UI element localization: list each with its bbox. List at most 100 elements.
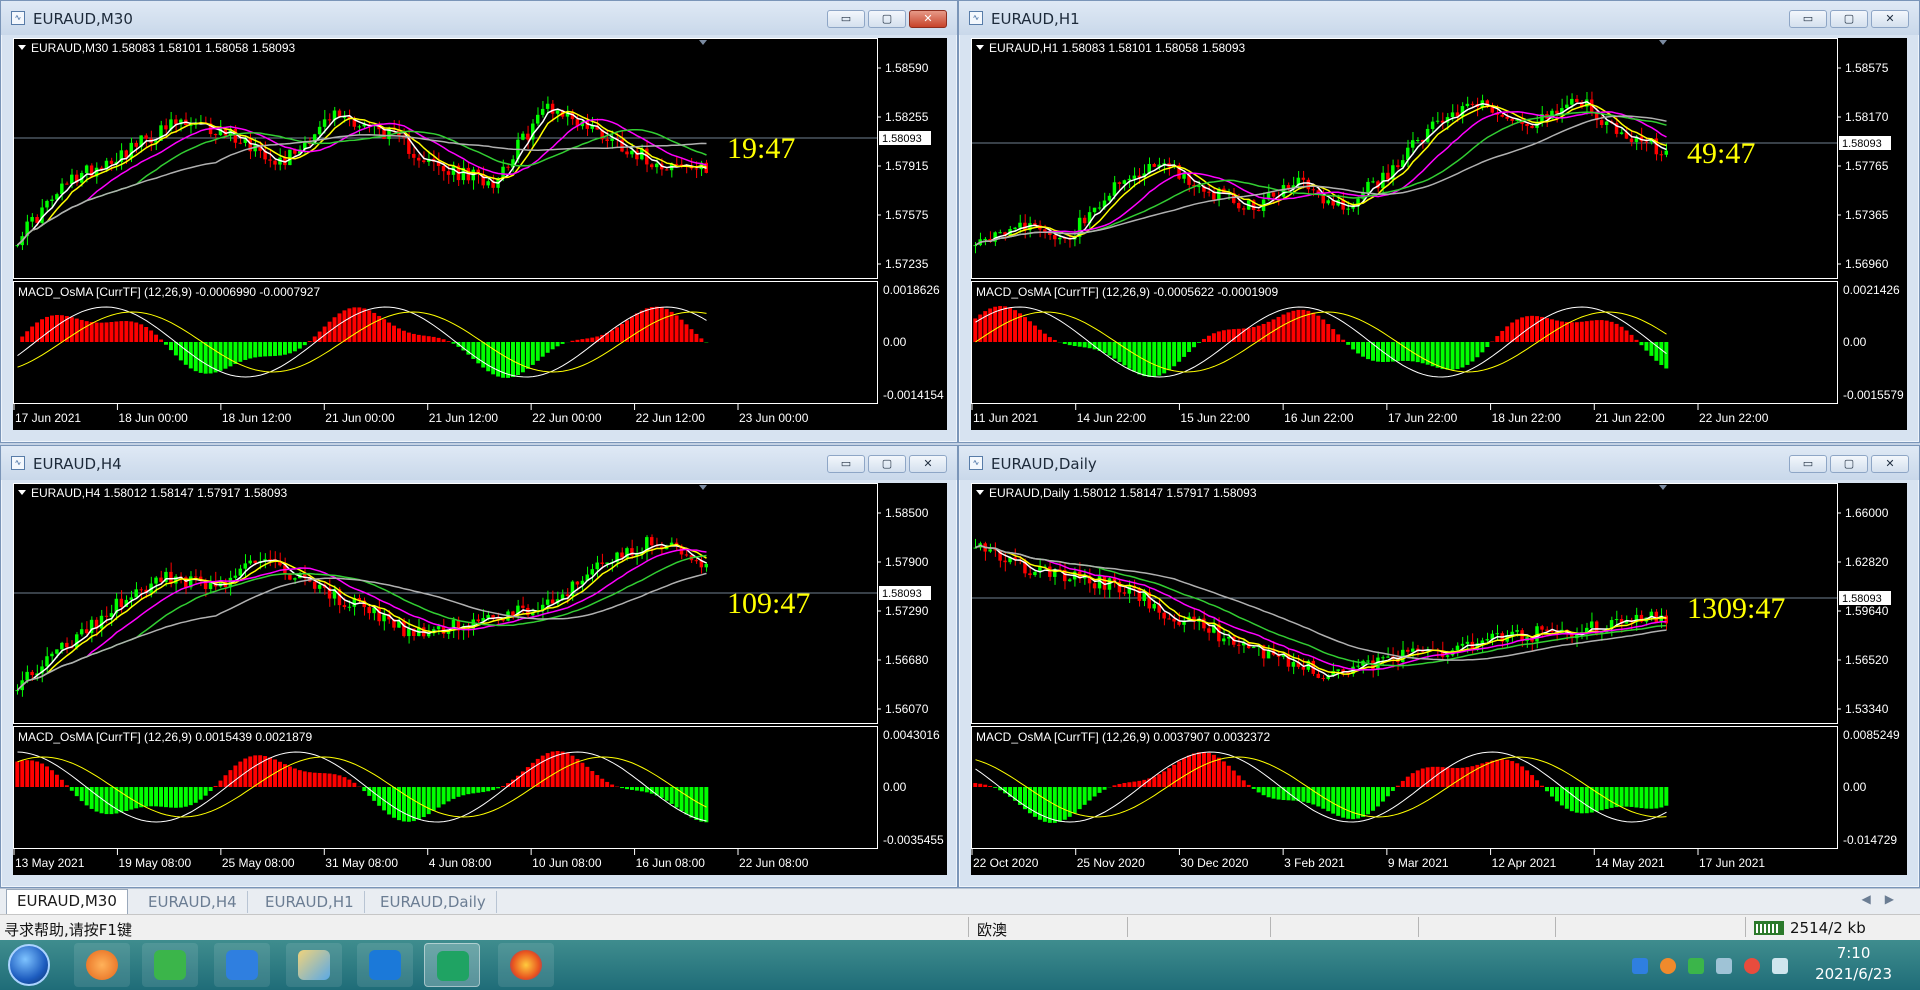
chart-canvas[interactable]: EURAUD,Daily 1.58012 1.58147 1.57917 1.5…	[971, 483, 1907, 875]
tray-network-icon[interactable]	[1716, 958, 1732, 974]
osma-bar	[134, 787, 139, 809]
osma-bar	[1226, 329, 1231, 342]
candle-body	[253, 560, 257, 564]
taskbar-firefox[interactable]	[498, 943, 554, 987]
minimize-button[interactable]: ▭	[827, 10, 865, 28]
titlebar[interactable]: ∿ EURAUD,Daily ▭ ▢ ✕	[959, 446, 1919, 480]
cloud-icon	[369, 950, 401, 980]
osma-bar	[575, 758, 580, 787]
osma-bar	[570, 340, 575, 342]
tray-app-icon[interactable]	[1632, 958, 1648, 974]
candle-body	[555, 110, 560, 114]
candle-body	[1415, 139, 1420, 141]
osma-bar	[590, 771, 595, 787]
osma-bar	[20, 760, 25, 787]
taskbar-metatrader[interactable]	[424, 943, 480, 987]
close-button[interactable]: ✕	[909, 455, 947, 473]
minimize-button[interactable]: ▭	[1789, 10, 1827, 28]
candle-body	[526, 133, 530, 140]
minimize-button[interactable]: ▭	[1789, 455, 1827, 473]
minimize-button[interactable]: ▭	[827, 455, 865, 473]
time-axis-label: 17 Jun 2021	[1699, 856, 1765, 870]
osma-bar	[471, 787, 476, 794]
osma-bar	[1082, 787, 1087, 805]
taskbar-app-1[interactable]	[74, 943, 130, 987]
tab-scroll-arrows[interactable]: ◀▶	[1862, 892, 1908, 906]
chart-window-h1[interactable]: ∿ EURAUD,H1 ▭ ▢ ✕ EURAUD,H1 1.58083 1.58…	[958, 0, 1920, 443]
osma-bar	[1251, 327, 1256, 342]
osma-bar	[491, 342, 496, 375]
osma-bar	[1341, 339, 1346, 342]
close-button[interactable]: ✕	[1871, 455, 1909, 473]
titlebar[interactable]: ∿ EURAUD,H4 ▭ ▢ ✕	[1, 446, 957, 480]
time-axis-label: 18 Jun 22:00	[1492, 411, 1562, 425]
candle-body	[70, 174, 74, 184]
chart-window-m30[interactable]: ∿ EURAUD,M30 ▭ ▢ ✕ EURAUD,M30 1.58083 1.…	[0, 0, 958, 443]
titlebar[interactable]: ∿ EURAUD,H1 ▭ ▢ ✕	[959, 1, 1919, 35]
osma-bar	[431, 336, 436, 342]
maximize-button[interactable]: ▢	[1830, 10, 1868, 28]
tray-orange-icon[interactable]	[1660, 958, 1676, 974]
osma-bar	[1062, 342, 1067, 344]
osma-bar	[1554, 787, 1559, 802]
osma-bar	[506, 342, 511, 378]
price-tick-label: 1.56680	[885, 653, 929, 667]
chart-window-daily[interactable]: ∿ EURAUD,Daily ▭ ▢ ✕ EURAUD,Daily 1.5801…	[958, 445, 1920, 888]
chart-canvas[interactable]: EURAUD,H4 1.58012 1.58147 1.57917 1.5809…	[13, 483, 947, 875]
candle-body	[1629, 138, 1634, 142]
osma-bar	[1629, 334, 1634, 342]
taskbar-wechat[interactable]	[142, 943, 198, 987]
indicator-pane	[13, 281, 878, 404]
status-bar: 寻求帮助,请按F1键 欧澳 2514/2 kb	[0, 914, 1920, 940]
maximize-button[interactable]: ▢	[868, 10, 906, 28]
osma-bar	[248, 342, 253, 359]
tab-euraud-daily[interactable]: EURAUD,Daily	[370, 891, 497, 913]
osma-bar	[1281, 314, 1286, 342]
osma-bar	[183, 787, 188, 807]
close-button[interactable]: ✕	[1871, 10, 1909, 28]
tab-euraud-h4[interactable]: EURAUD,H4	[138, 891, 248, 913]
time-axis-label: 22 Oct 2020	[973, 856, 1039, 870]
chart-window-h4[interactable]: ∿ EURAUD,H4 ▭ ▢ ✕ EURAUD,H4 1.58012 1.58…	[0, 445, 958, 888]
window-title: EURAUD,H4	[33, 455, 122, 473]
close-button[interactable]: ✕	[909, 10, 947, 28]
candle-body	[293, 578, 297, 580]
taskbar-app-3[interactable]	[214, 943, 270, 987]
candle-body	[45, 200, 49, 208]
tab-euraud-m30[interactable]: EURAUD,M30	[6, 889, 128, 915]
osma-bar	[520, 342, 525, 373]
price-tick-label: 1.66000	[1845, 506, 1889, 520]
osma-bar	[297, 342, 302, 349]
osma-bar	[45, 766, 49, 787]
tray-wechat-icon[interactable]	[1688, 958, 1704, 974]
osma-bar	[119, 321, 124, 342]
osma-bar	[25, 331, 30, 342]
osma-bar	[1435, 766, 1440, 787]
titlebar[interactable]: ∿ EURAUD,M30 ▭ ▢ ✕	[1, 1, 957, 35]
osma-bar	[1147, 342, 1152, 377]
system-clock[interactable]: 7:10 2021/6/23	[1815, 943, 1892, 985]
window-title: EURAUD,M30	[33, 10, 133, 28]
tray-signal-icon[interactable]	[1772, 958, 1788, 974]
candle-body	[104, 615, 109, 617]
time-axis-label: 17 Jun 2021	[15, 411, 81, 425]
tray-volume-muted-icon[interactable]	[1744, 958, 1760, 974]
osma-bar	[1440, 342, 1445, 369]
osma-bar	[1659, 342, 1664, 366]
chart-canvas[interactable]: EURAUD,H1 1.58083 1.58101 1.58058 1.5809…	[971, 38, 1907, 430]
taskbar-app-5[interactable]	[357, 943, 413, 987]
osma-bar	[392, 787, 396, 818]
osma-bar	[253, 342, 258, 358]
maximize-button[interactable]: ▢	[1830, 455, 1868, 473]
tab-euraud-h1[interactable]: EURAUD,H1	[255, 891, 365, 913]
chart-canvas[interactable]: EURAUD,M30 1.58083 1.58101 1.58058 1.580…	[13, 38, 947, 430]
maximize-button[interactable]: ▢	[868, 455, 906, 473]
osma-bar	[109, 322, 114, 342]
osma-bar	[1500, 330, 1505, 342]
taskbar-app-4[interactable]	[286, 943, 342, 987]
candle-body	[1445, 655, 1450, 657]
osma-bar	[1042, 333, 1047, 342]
osma-bar	[1445, 767, 1450, 787]
osma-bar	[1549, 787, 1554, 797]
start-button[interactable]	[8, 944, 50, 986]
